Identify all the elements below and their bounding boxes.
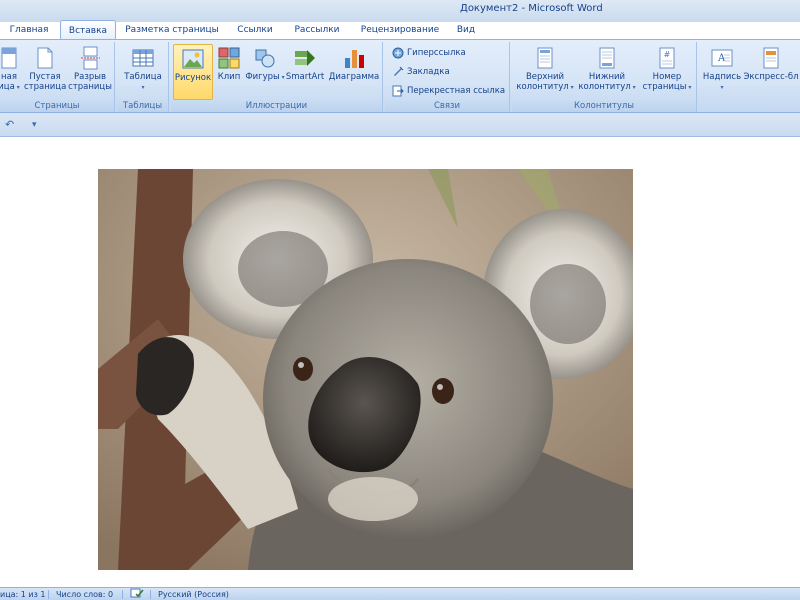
footer-label-1: Нижний: [588, 72, 626, 82]
chart-icon: [345, 50, 364, 68]
blank-page-label-2: страница: [24, 82, 67, 92]
tab-review[interactable]: Рецензирование: [352, 20, 448, 40]
group-text: A Надпись ▾ Экспресс-бл: [699, 42, 800, 112]
table-button[interactable]: Таблица ▾: [120, 44, 166, 100]
hyperlink-button[interactable]: Гиперссылка: [392, 45, 466, 61]
shapes-label: Фигуры: [245, 72, 280, 82]
page-counter[interactable]: ица: 1 из 1: [0, 588, 46, 600]
proofing-icon[interactable]: [130, 588, 144, 600]
cross-reference-icon: [392, 85, 404, 96]
koala-image: [98, 169, 633, 570]
status-separator: [48, 590, 49, 599]
picture-icon: [182, 49, 204, 69]
footer-button[interactable]: Нижний колонтитул ▾: [577, 44, 637, 100]
customize-toolbar-icon[interactable]: ▾: [32, 120, 37, 130]
hyperlink-icon: [392, 47, 404, 58]
smartart-icon: [295, 50, 315, 66]
window-title: Документ2 - Microsoft Word: [460, 3, 603, 14]
table-icon: [132, 49, 154, 67]
page-break-label-2: страницы: [68, 82, 112, 92]
cover-page-icon: [1, 47, 17, 69]
blank-page-icon: [37, 47, 53, 69]
ribbon-tabs: Главная Вставка Разметка страницы Ссылки…: [0, 20, 800, 40]
page-break-button[interactable]: Разрыв страницы: [68, 44, 112, 100]
language-indicator[interactable]: Русский (Россия): [158, 588, 229, 600]
text-box-label: Надпись: [702, 72, 742, 82]
shapes-icon: [255, 49, 275, 68]
cover-page-label-2: ица: [0, 82, 15, 92]
smartart-button[interactable]: SmartArt: [285, 44, 325, 100]
bookmark-icon: [394, 66, 404, 76]
group-tables-label: Таблицы: [117, 100, 168, 112]
text-box-button[interactable]: A Надпись ▾: [701, 44, 743, 100]
group-illustrations: Рисунок Клип Фигуры ▾ SmartArt Диаграмма…: [171, 42, 383, 112]
clip-art-icon: [218, 47, 240, 69]
quick-parts-icon: [763, 47, 779, 69]
tab-home[interactable]: Главная: [0, 20, 58, 40]
page-break-label-1: Разрыв: [74, 72, 106, 82]
quick-access-toolbar: ↶ ▾: [0, 113, 800, 137]
word-count[interactable]: Число слов: 0: [56, 588, 113, 600]
page-number-label-1: Номер: [652, 72, 682, 82]
table-label: Таблица: [124, 72, 162, 82]
ribbon: ная ица ▾ Пустая страница Разрыв страниц…: [0, 39, 800, 113]
page-number-button[interactable]: # Номер страницы ▾: [639, 44, 695, 100]
blank-page-button[interactable]: Пустая страница: [24, 44, 66, 100]
picture-button[interactable]: Рисунок: [173, 44, 213, 100]
cross-reference-label: Перекрестная ссылка: [407, 86, 506, 96]
tab-insert[interactable]: Вставка: [60, 20, 116, 40]
tab-mailings[interactable]: Рассылки: [288, 20, 346, 40]
footer-label-2: колонтитул: [578, 82, 631, 92]
title-bar: Документ2 - Microsoft Word: [0, 0, 800, 22]
bookmark-button[interactable]: Закладка: [392, 64, 450, 80]
smartart-label: SmartArt: [285, 72, 325, 82]
clip-art-label: Клип: [217, 72, 241, 82]
status-separator: [150, 590, 151, 599]
bookmark-label: Закладка: [407, 67, 450, 77]
group-pages: ная ица ▾ Пустая страница Разрыв страниц…: [0, 42, 115, 112]
header-label-1: Верхний: [525, 72, 565, 82]
tab-references[interactable]: Ссылки: [230, 20, 280, 40]
footer-icon: [599, 47, 615, 69]
document-canvas[interactable]: [0, 137, 800, 587]
blank-page-label-1: Пустая: [29, 72, 61, 82]
chart-label: Диаграмма: [328, 72, 380, 82]
tab-page-layout[interactable]: Разметка страницы: [120, 20, 224, 40]
cross-reference-button[interactable]: Перекрестная ссылка: [392, 83, 505, 99]
status-bar: ица: 1 из 1 Число слов: 0 Русский (Росси…: [0, 587, 800, 600]
group-links-label: Связи: [385, 100, 509, 112]
undo-icon[interactable]: ↶: [5, 118, 14, 131]
group-header-footer: Верхний колонтитул ▾ Нижний колонтитул ▾…: [512, 42, 697, 112]
page-number-icon: #: [659, 47, 675, 69]
header-label-2: колонтитул: [516, 82, 569, 92]
koala-picture[interactable]: [98, 169, 633, 570]
spellcheck-icon: [130, 588, 144, 598]
page-number-label-2: страницы: [642, 82, 687, 92]
cover-page-label-1: ная: [1, 72, 17, 82]
tab-view[interactable]: Вид: [452, 20, 480, 40]
page-break-icon: [81, 46, 100, 70]
shapes-button[interactable]: Фигуры ▾: [245, 44, 285, 100]
chart-button[interactable]: Диаграмма: [327, 44, 381, 100]
group-links: Гиперссылка Закладка Перекрестная ссылка…: [385, 42, 510, 112]
text-box-icon: A: [711, 49, 733, 67]
svg-text:#: #: [664, 50, 671, 59]
hyperlink-label: Гиперссылка: [407, 48, 466, 58]
group-tables: Таблица ▾ Таблицы: [117, 42, 169, 112]
cover-page-button[interactable]: ная ица ▾: [0, 44, 22, 100]
quick-parts-label: Экспресс-бл: [743, 72, 799, 82]
clip-art-button[interactable]: Клип: [215, 44, 243, 100]
header-icon: [537, 47, 553, 69]
group-pages-label: Страницы: [0, 100, 114, 112]
header-button[interactable]: Верхний колонтитул ▾: [515, 44, 575, 100]
quick-parts-button[interactable]: Экспресс-бл: [743, 44, 799, 100]
group-header-footer-label: Колонтитулы: [512, 100, 696, 112]
status-separator: [122, 590, 123, 599]
group-illustrations-label: Иллюстрации: [171, 100, 382, 112]
picture-label: Рисунок: [174, 73, 212, 83]
